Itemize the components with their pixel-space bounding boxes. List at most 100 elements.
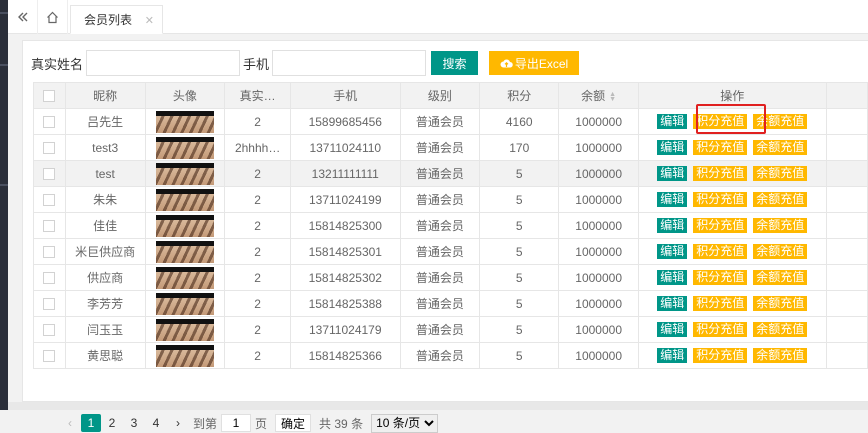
cell-realname: 2: [224, 264, 292, 291]
row-select-cell[interactable]: [33, 290, 66, 317]
table-row[interactable]: test 2 13211111111 普通会员 5 1000000 编辑 积分充值 余额充值: [33, 160, 868, 187]
cell-points: 5: [479, 186, 560, 213]
balance-recharge-button[interactable]: 余额充值: [753, 140, 808, 156]
phone-input[interactable]: [272, 50, 427, 76]
table-row[interactable]: 李芳芳 2 15814825388 普通会员 5 1000000 编辑 积分充值 余额充值: [33, 290, 868, 317]
table-row[interactable]: 闫玉玉 2 13711024179 普通会员 5 1000000 编辑 积分充值 余额充值: [33, 316, 868, 343]
row-select-cell[interactable]: [33, 264, 66, 291]
cell-nickname: 供应商: [64, 264, 146, 291]
edit-button[interactable]: 编辑: [657, 348, 688, 364]
edit-button[interactable]: 编辑: [657, 244, 688, 260]
points-recharge-button[interactable]: 积分充值: [693, 296, 748, 312]
sort-icon[interactable]: ▲ ▼: [609, 91, 616, 103]
page-number[interactable]: 1: [81, 414, 101, 432]
goto-confirm-button[interactable]: 确定: [275, 414, 312, 432]
cell-realname: 2: [224, 316, 292, 343]
tab-label: 会员列表: [84, 13, 133, 27]
horizontal-scrollbar[interactable]: [8, 402, 868, 410]
row-select-cell[interactable]: [33, 186, 66, 213]
avatar: [155, 110, 214, 133]
search-button[interactable]: 搜索: [431, 51, 479, 75]
points-recharge-button[interactable]: 积分充值: [693, 166, 748, 182]
cell-balance: 1000000: [558, 342, 639, 369]
cell-nickname: 朱朱: [64, 186, 146, 213]
points-recharge-button[interactable]: 积分充值: [693, 270, 748, 286]
tab-member-list[interactable]: 会员列表 ✕: [70, 5, 164, 34]
realname-input[interactable]: [86, 50, 241, 76]
balance-recharge-button[interactable]: 余额充值: [753, 322, 808, 338]
balance-recharge-button[interactable]: 余额充值: [753, 192, 808, 208]
prev-page-icon[interactable]: ‹: [59, 414, 81, 432]
cell-level: 普通会员: [399, 108, 481, 135]
points-recharge-button[interactable]: 积分充值: [693, 322, 748, 338]
home-icon[interactable]: [38, 0, 68, 34]
row-select-cell[interactable]: [33, 342, 66, 369]
page-unit-label: 页: [255, 416, 268, 431]
row-select-cell[interactable]: [33, 108, 66, 135]
balance-recharge-button[interactable]: 余额充值: [753, 348, 808, 364]
export-excel-button[interactable]: 导出Excel: [489, 51, 580, 75]
edit-button[interactable]: 编辑: [657, 140, 688, 156]
edit-button[interactable]: 编辑: [657, 270, 688, 286]
goto-page-input[interactable]: [221, 414, 252, 432]
cell-spacer: [825, 264, 868, 291]
row-checkbox[interactable]: [43, 194, 56, 207]
next-page-icon[interactable]: ›: [167, 414, 189, 432]
table-row[interactable]: 供应商 2 15814825302 普通会员 5 1000000 编辑 积分充值 余额充值: [33, 264, 868, 291]
edit-button[interactable]: 编辑: [657, 218, 688, 234]
points-recharge-button[interactable]: 积分充值: [693, 140, 748, 156]
cell-points: 5: [479, 160, 560, 187]
row-select-cell[interactable]: [33, 238, 66, 265]
phone-label: 手机: [243, 56, 270, 72]
edit-button[interactable]: 编辑: [657, 192, 688, 208]
row-checkbox[interactable]: [43, 116, 56, 129]
edit-button[interactable]: 编辑: [657, 296, 688, 312]
cell-nickname: 黄思聪: [64, 342, 146, 369]
close-icon[interactable]: ✕: [145, 14, 154, 27]
page-number[interactable]: 2: [101, 414, 123, 432]
table-row[interactable]: 黄思聪 2 15814825366 普通会员 5 1000000 编辑 积分充值 余额充值: [33, 342, 868, 369]
row-select-cell[interactable]: [33, 134, 66, 161]
cell-spacer: [825, 238, 868, 265]
row-select-cell[interactable]: [33, 160, 66, 187]
col-balance[interactable]: 余额 ▲ ▼: [558, 82, 639, 109]
row-checkbox[interactable]: [43, 168, 56, 181]
goto-label: 到第: [193, 416, 218, 431]
points-recharge-button[interactable]: 积分充值: [693, 218, 748, 234]
table-row[interactable]: 佳佳 2 15814825300 普通会员 5 1000000 编辑 积分充值 余额充值: [33, 212, 868, 239]
cell-actions: 编辑 积分充值 余额充值: [637, 290, 827, 317]
cell-avatar: [144, 108, 226, 135]
row-checkbox[interactable]: [43, 220, 56, 233]
page-number[interactable]: 3: [123, 414, 145, 432]
row-checkbox[interactable]: [43, 142, 56, 155]
balance-recharge-button[interactable]: 余额充值: [753, 270, 808, 286]
row-checkbox[interactable]: [43, 272, 56, 285]
page-number[interactable]: 4: [145, 414, 167, 432]
table-row[interactable]: 朱朱 2 13711024199 普通会员 5 1000000 编辑 积分充值 余额充值: [33, 186, 868, 213]
double-chevron-left-icon[interactable]: [8, 0, 38, 34]
select-all-cell[interactable]: [33, 82, 66, 109]
points-recharge-button[interactable]: 积分充值: [693, 192, 748, 208]
row-checkbox[interactable]: [43, 298, 56, 311]
balance-recharge-button[interactable]: 余额充值: [753, 218, 808, 234]
select-all-checkbox[interactable]: [43, 90, 56, 103]
edit-button[interactable]: 编辑: [657, 322, 688, 338]
row-select-cell[interactable]: [33, 212, 66, 239]
balance-recharge-button[interactable]: 余额充值: [753, 244, 808, 260]
row-checkbox[interactable]: [43, 350, 56, 363]
row-select-cell[interactable]: [33, 316, 66, 343]
points-recharge-button[interactable]: 积分充值: [693, 244, 748, 260]
edit-button[interactable]: 编辑: [657, 114, 688, 130]
row-checkbox[interactable]: [43, 246, 56, 259]
table-row[interactable]: 米巨供应商 2 15814825301 普通会员 5 1000000 编辑 积分充值 余额充值: [33, 238, 868, 265]
page-size-select[interactable]: 10 条/页: [371, 413, 439, 433]
cell-avatar: [144, 238, 226, 265]
balance-recharge-button[interactable]: 余额充值: [753, 296, 808, 312]
table-row[interactable]: test3 2hhhh… 13711024110 普通会员 170 1000000 编辑 积分…: [33, 134, 868, 161]
points-recharge-button[interactable]: 积分充值: [693, 348, 748, 364]
row-checkbox[interactable]: [43, 324, 56, 337]
edit-button[interactable]: 编辑: [657, 166, 688, 182]
cell-actions: 编辑 积分充值 余额充值: [637, 342, 827, 369]
cell-level: 普通会员: [399, 290, 481, 317]
balance-recharge-button[interactable]: 余额充值: [753, 166, 808, 182]
